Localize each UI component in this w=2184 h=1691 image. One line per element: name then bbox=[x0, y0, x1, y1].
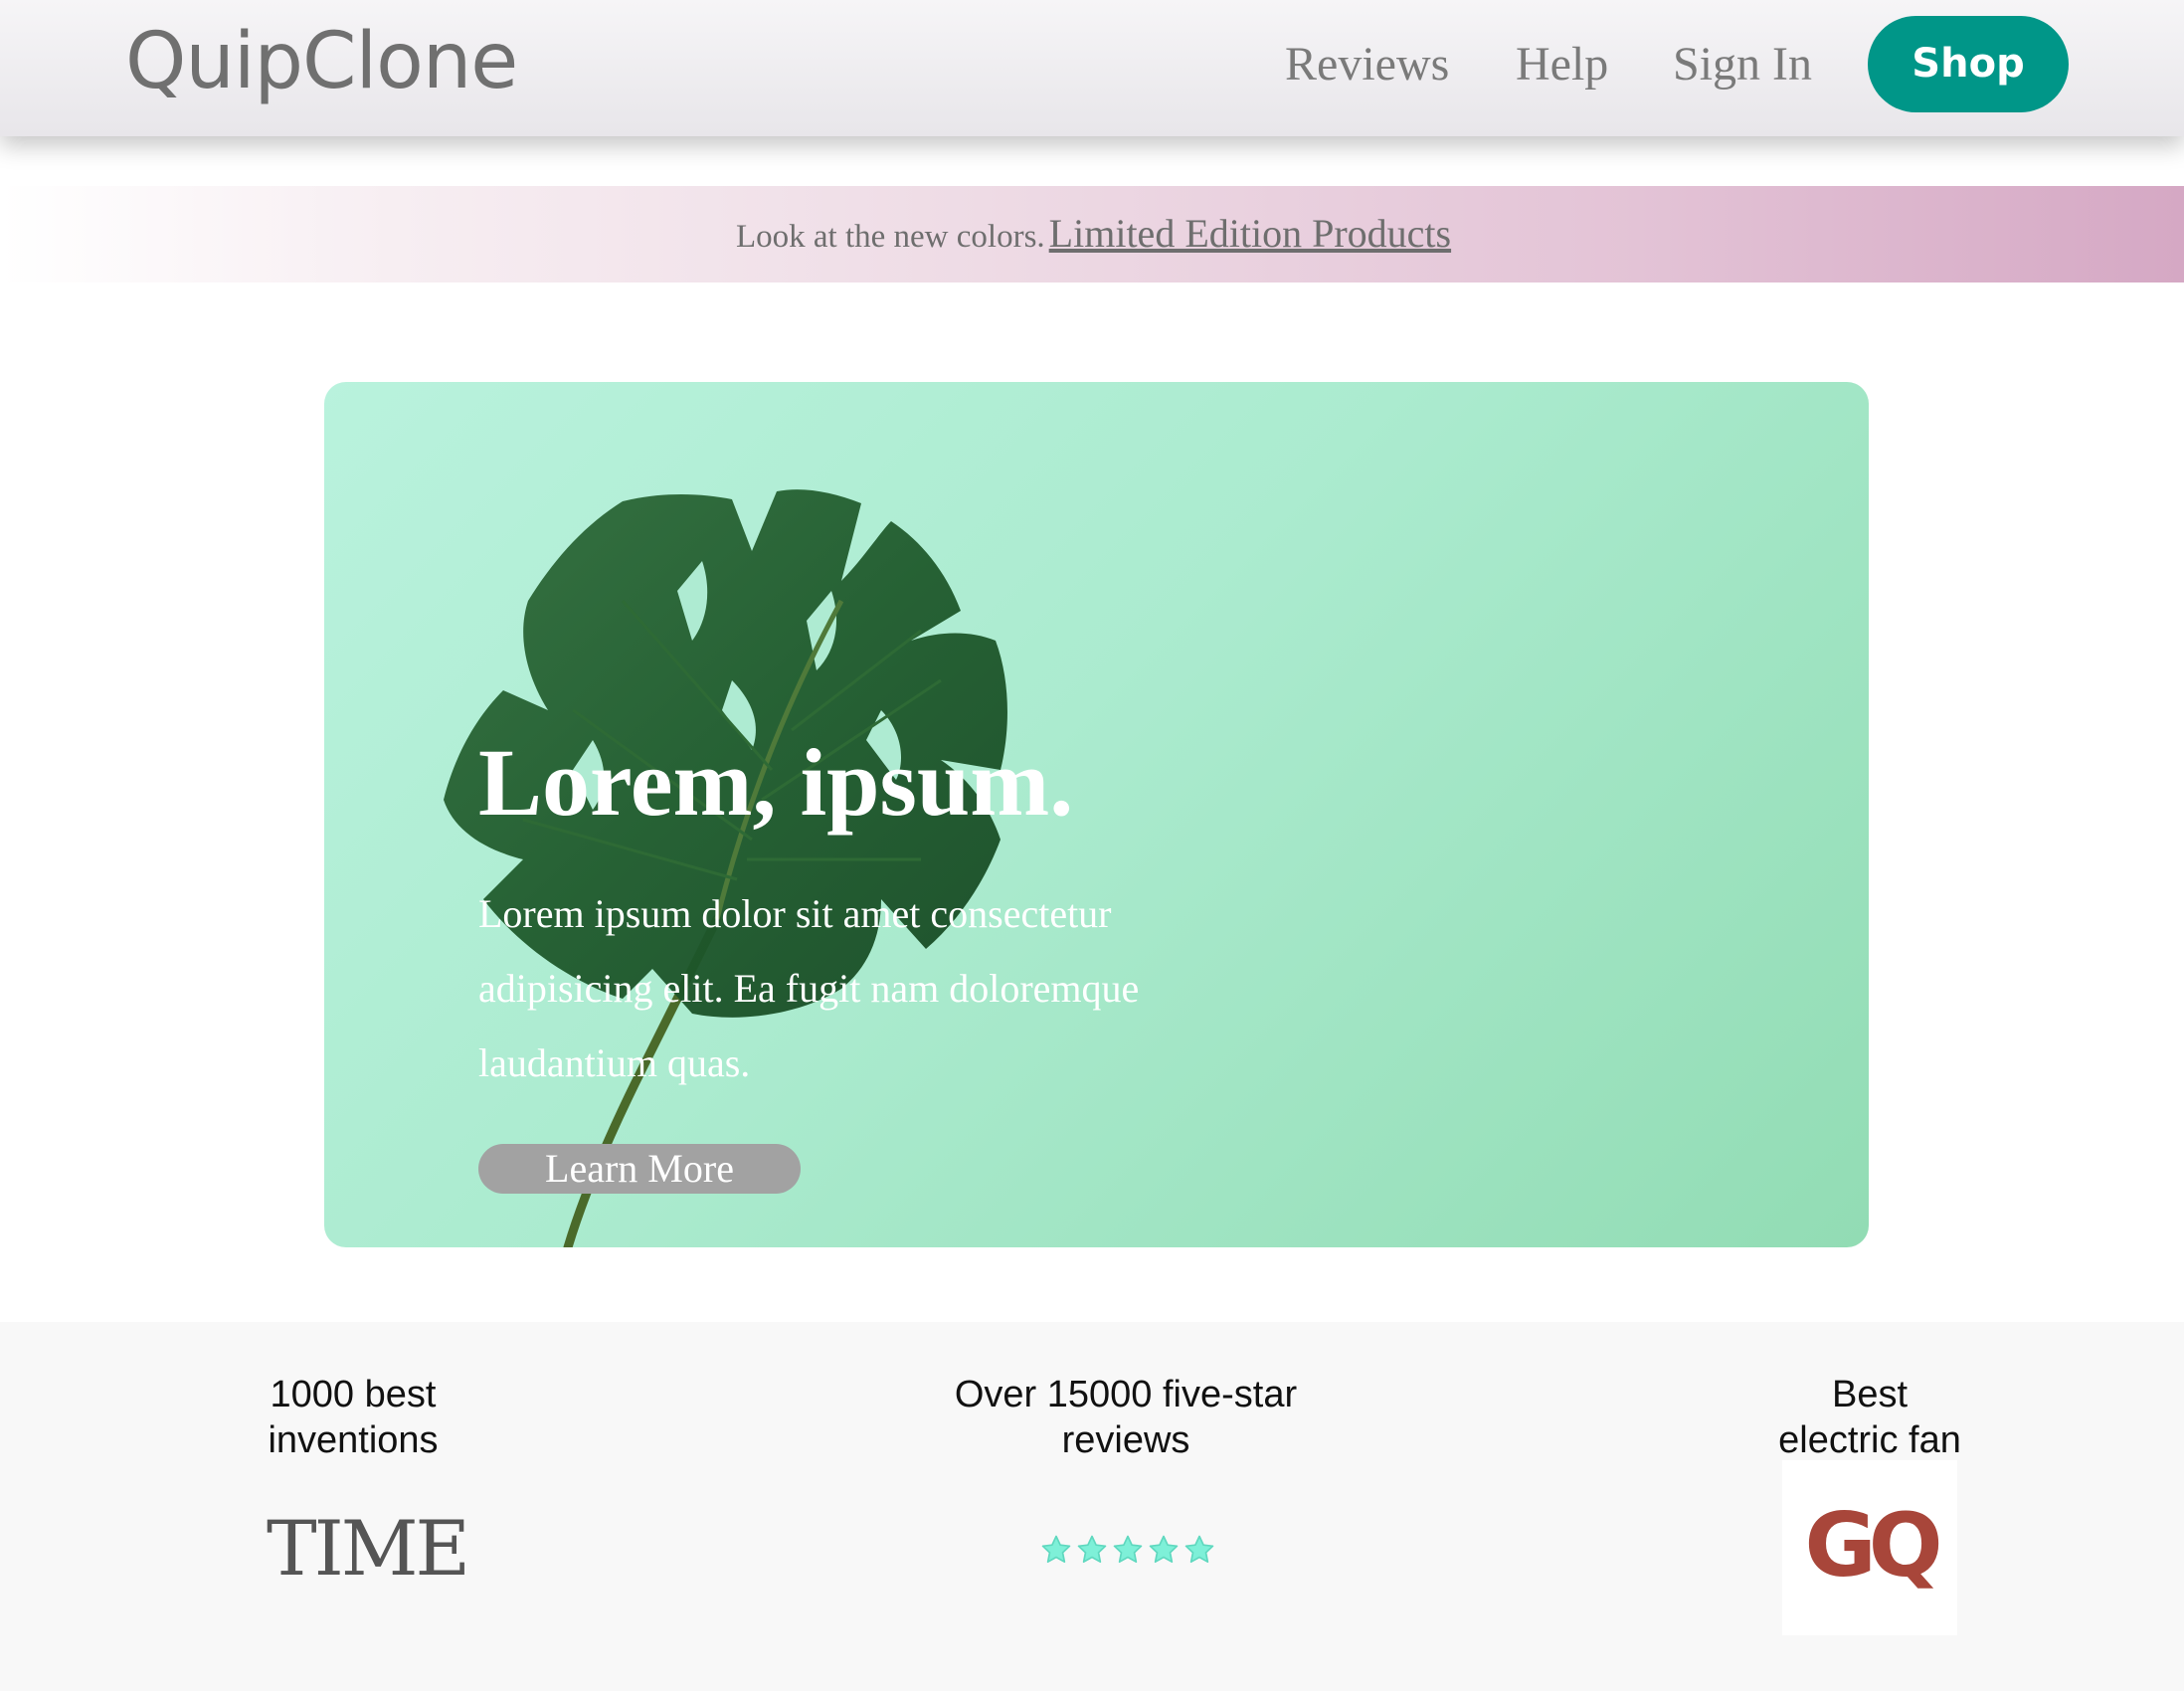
site-logo[interactable]: QuipClone bbox=[125, 14, 518, 109]
gq-logo: GQ bbox=[1804, 1494, 1942, 1597]
star-icon bbox=[1113, 1535, 1143, 1564]
star-icon bbox=[1041, 1535, 1071, 1564]
shop-button[interactable]: Shop bbox=[1868, 16, 2069, 112]
nav-sign-in-link[interactable]: Sign In bbox=[1673, 34, 1812, 95]
press-time-caption-line2: inventions bbox=[268, 1419, 439, 1461]
five-star-rating bbox=[1039, 1533, 1216, 1569]
nav-reviews-link[interactable]: Reviews bbox=[1285, 34, 1449, 95]
nav-help-link[interactable]: Help bbox=[1516, 34, 1608, 95]
promo-banner: Look at the new colors. Limited Edition … bbox=[0, 186, 2184, 282]
press-item-gq: Best electric fan bbox=[1750, 1372, 1989, 1463]
press-item-reviews: Over 15000 five-star reviews bbox=[887, 1372, 1365, 1463]
limited-edition-link[interactable]: Limited Edition Products bbox=[1049, 211, 1451, 256]
gq-logo-box: GQ bbox=[1782, 1460, 1957, 1635]
star-icon bbox=[1149, 1535, 1179, 1564]
hero-title: Lorem, ipsum. bbox=[478, 729, 1074, 836]
hero-description: Lorem ipsum dolor sit amet consectetur a… bbox=[478, 891, 1140, 1085]
time-logo: TIME bbox=[267, 1504, 470, 1593]
star-icon bbox=[1077, 1535, 1107, 1564]
promo-banner-text: Look at the new colors. bbox=[736, 219, 1045, 255]
press-item-time: 1000 best inventions bbox=[224, 1372, 482, 1463]
site-header: QuipClone Reviews Help Sign In Shop bbox=[0, 0, 2184, 136]
learn-more-button[interactable]: Learn More bbox=[478, 1144, 801, 1194]
star-icon bbox=[1184, 1535, 1214, 1564]
hero-section: Lorem, ipsum. Lorem ipsum dolor sit amet… bbox=[324, 382, 1869, 1247]
press-reviews-caption-line2: reviews bbox=[1061, 1419, 1190, 1461]
press-reviews-caption-line1: Over 15000 five-star bbox=[954, 1374, 1298, 1415]
promo-banner-content: Look at the new colors. Limited Edition … bbox=[736, 210, 1451, 257]
press-gq-caption-line1: Best bbox=[1831, 1374, 1909, 1415]
press-gq-caption-line2: electric fan bbox=[1778, 1419, 1961, 1461]
press-time-caption-line1: 1000 best bbox=[270, 1374, 437, 1415]
